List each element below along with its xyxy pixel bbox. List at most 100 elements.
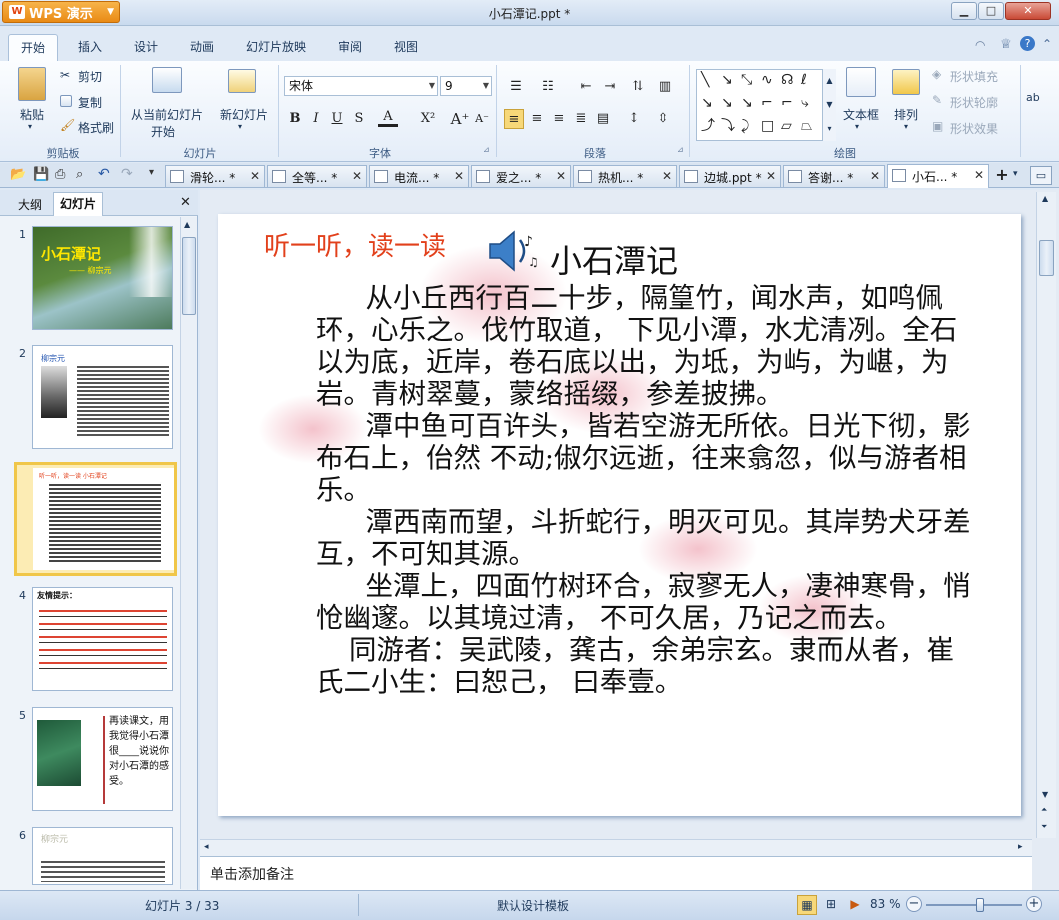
parallelogram-shape-icon[interactable]: ▱ (781, 119, 792, 133)
open-icon[interactable]: 📂 (10, 167, 26, 182)
slideshow-icon[interactable]: ▶ (845, 895, 865, 915)
zoom-slider[interactable] (926, 898, 1022, 912)
trapezoid-shape-icon[interactable]: ⏢ (801, 119, 812, 133)
new-slide-icon[interactable] (228, 69, 256, 93)
close-icon[interactable]: ✕ (662, 169, 672, 183)
slide-sorter-icon[interactable]: ⊞ (821, 895, 841, 915)
from-current-slide-button[interactable]: 从当前幻灯片 (131, 106, 203, 123)
slide-thumbnail-1[interactable]: 小石潭记 —— 柳宗元 (32, 226, 173, 330)
column-button[interactable]: ▥ (655, 77, 675, 97)
new-slide-button[interactable]: 新幻灯片 (220, 106, 268, 123)
tab-animation[interactable]: 动画 (190, 38, 214, 55)
rectangle-shape-icon[interactable]: □ (761, 119, 774, 133)
double-arrow-shape-icon[interactable]: ⤡ (741, 73, 752, 87)
new-tab-button[interactable]: + (992, 166, 1012, 185)
maximize-button[interactable]: □ (978, 2, 1004, 20)
italic-button[interactable]: I (306, 109, 326, 129)
close-icon[interactable]: ✕ (250, 169, 260, 183)
tab-slideshow[interactable]: 幻灯片放映 (246, 38, 306, 55)
paste-dropdown-icon[interactable]: ▾ (28, 122, 32, 131)
previous-slide-icon[interactable]: ⏶ (1041, 805, 1047, 815)
doc-tab[interactable]: 边城.ppt * ✕ (679, 165, 781, 187)
paste-button[interactable]: 粘贴 (20, 106, 44, 123)
arrange-icon[interactable] (892, 69, 920, 95)
curved-double-arrow-icon[interactable]: ⤵ (721, 119, 735, 133)
slide-body-text[interactable]: 从小丘西行百二十步，隔篁竹，闻水声，如鸣佩环，心乐之。伐竹取道， 下见小潭，水尤… (316, 282, 978, 698)
undo-icon[interactable]: ↶ (98, 166, 110, 182)
numbering-button[interactable]: ☷ (538, 77, 558, 97)
freeform-shape-icon[interactable]: ☊ (781, 73, 793, 87)
doc-tab[interactable]: 答谢... * ✕ (783, 165, 885, 187)
close-pane-icon[interactable]: ✕ (180, 195, 191, 210)
start-button[interactable]: 开始 (151, 123, 175, 140)
slide-thumbnail-5[interactable]: 再读课文，用我觉得小石潭很____说说你对小石潭的感受。 (32, 707, 173, 811)
doc-tab[interactable]: 全等... * ✕ (267, 165, 367, 187)
shrink-font-button[interactable]: A⁻ (472, 109, 492, 129)
speaker-icon[interactable]: ♪ ♫ (484, 226, 540, 276)
shapes-gallery-scroll[interactable]: ▲ ▼ ▾ (822, 69, 836, 141)
tab-slides[interactable]: 幻灯片 (53, 192, 104, 216)
scroll-up-icon[interactable]: ▲ (1042, 194, 1048, 203)
editor-vertical-scrollbar[interactable]: ▲ ▼ ⏶ ⏷ (1036, 192, 1056, 838)
paragraph-spacing-button[interactable]: ⇳ (653, 109, 673, 129)
bullets-button[interactable]: ☰ (506, 77, 526, 97)
tab-design[interactable]: 设计 (134, 38, 158, 55)
underline-button[interactable]: U (327, 109, 347, 129)
close-icon[interactable]: ✕ (556, 169, 566, 183)
font-color-button[interactable]: A (378, 107, 398, 127)
paragraph-dialog-launcher-icon[interactable]: ⊿ (677, 145, 684, 154)
align-center-button[interactable]: ≡ (527, 109, 547, 129)
new-slide-dropdown-icon[interactable]: ▾ (238, 122, 242, 131)
shape-effect-button[interactable]: 形状效果 (950, 120, 998, 137)
format-painter-button[interactable]: 格式刷 (78, 119, 114, 136)
collapse-ribbon-icon[interactable]: ◠ (975, 38, 985, 52)
textbox-dropdown-icon[interactable]: ▾ (855, 122, 859, 131)
more-ribbon-icon[interactable]: ab (1026, 91, 1040, 104)
justify-button[interactable]: ≣ (571, 109, 591, 129)
font-size-select[interactable]: 9 ▼ (440, 76, 492, 96)
tab-home[interactable]: 开始 (8, 34, 58, 63)
slide-thumbnail-6[interactable]: 柳宗元 (32, 827, 173, 885)
arrow-shape-icon[interactable]: ↘ (721, 73, 733, 87)
theme-icon[interactable]: ♕ (1000, 37, 1012, 52)
font-dialog-launcher-icon[interactable]: ⊿ (483, 145, 490, 154)
print-preview-icon[interactable]: ⌕ (76, 167, 83, 182)
scroll-right-icon[interactable]: ▸ (1018, 842, 1023, 852)
connector-arrow-shape-icon[interactable]: ↘ (721, 96, 733, 110)
scroll-left-icon[interactable]: ◂ (204, 842, 209, 852)
play-from-current-icon[interactable] (152, 67, 182, 93)
textbox-icon[interactable] (846, 67, 876, 97)
paste-icon[interactable] (18, 67, 46, 101)
font-family-select[interactable]: 宋体 ▼ (284, 76, 438, 96)
doc-tab[interactable]: 热机... * ✕ (573, 165, 677, 187)
quick-access-menu-icon[interactable]: ▾ (149, 167, 154, 178)
shape-fill-button[interactable]: 形状填充 (950, 68, 998, 85)
superscript-button[interactable]: X² (418, 109, 438, 129)
shadow-button[interactable]: S (349, 109, 369, 129)
textbox-button[interactable]: 文本框 (843, 106, 879, 123)
close-button[interactable]: ✕ (1005, 2, 1051, 20)
increase-indent-button[interactable]: ⇥ (600, 77, 620, 97)
line-spacing-button[interactable]: ↕ (624, 109, 644, 129)
scroll-up-icon[interactable]: ▲ (184, 220, 190, 229)
editor-horizontal-scrollbar[interactable]: ◂ ▸ (200, 839, 1032, 856)
normal-view-icon[interactable]: ▦ (797, 895, 817, 915)
tab-view[interactable]: 视图 (394, 38, 418, 55)
close-icon[interactable]: ✕ (870, 169, 880, 183)
window-mode-icon[interactable]: ▭ (1030, 166, 1052, 185)
doc-tab[interactable]: 爱之... * ✕ (471, 165, 571, 187)
zoom-slider-handle[interactable] (975, 898, 984, 912)
s-connector-icon[interactable]: ⤸ (741, 119, 749, 133)
ribbon-options-icon[interactable]: ⌃ (1042, 37, 1052, 51)
bold-button[interactable]: B (285, 109, 305, 129)
scroll-down-icon[interactable]: ▼ (1042, 790, 1048, 799)
pane-scroll-thumb[interactable] (182, 237, 196, 315)
slide-thumbnail-3-selected[interactable]: 听一听，读一读 小石潭记 (14, 462, 177, 576)
notes-pane[interactable]: 单击添加备注 (200, 856, 1032, 890)
close-icon[interactable]: ✕ (454, 169, 464, 183)
line-shape-icon[interactable]: ╲ (701, 73, 709, 87)
doc-tab[interactable]: 电流... * ✕ (369, 165, 469, 187)
copy-button[interactable]: 复制 (78, 94, 102, 111)
elbow-arrow-icon[interactable]: ⌐ (761, 96, 773, 110)
close-icon[interactable]: ✕ (766, 169, 776, 183)
